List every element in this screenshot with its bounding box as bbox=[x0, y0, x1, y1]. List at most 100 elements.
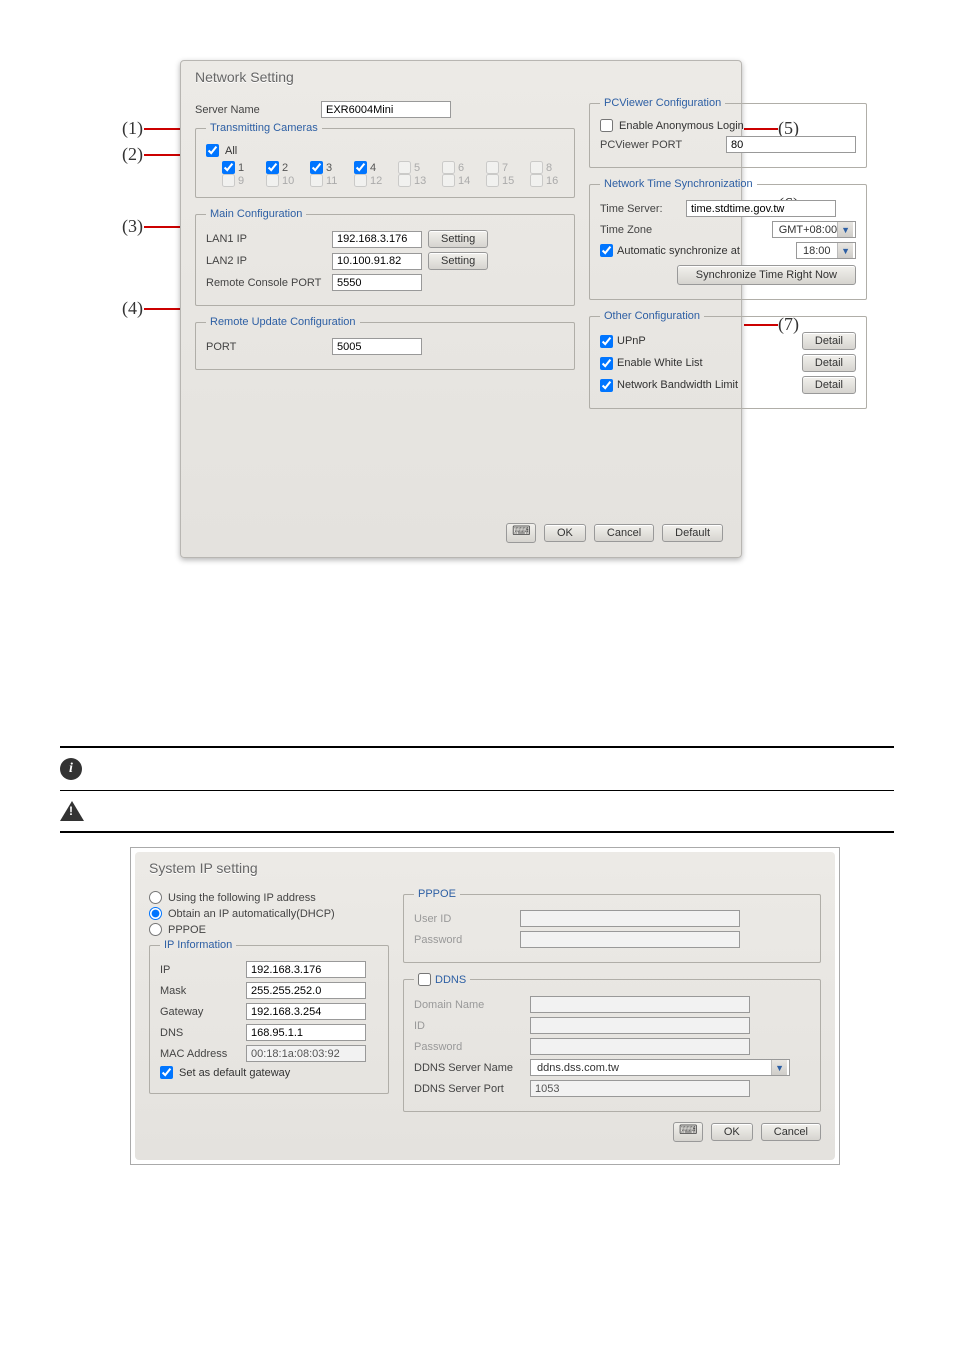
remote-console-port-label: Remote Console PORT bbox=[206, 277, 326, 289]
cam-3[interactable]: 3 bbox=[310, 161, 344, 174]
cam-all-label: All bbox=[225, 145, 237, 157]
bandwidth-checkbox[interactable]: Network Bandwidth Limit bbox=[600, 379, 796, 392]
fieldset-legend: Main Configuration bbox=[206, 208, 306, 220]
radio-pppoe[interactable]: PPPOE bbox=[149, 923, 389, 936]
ok-button[interactable]: OK bbox=[711, 1123, 753, 1141]
fieldset-legend: Other Configuration bbox=[600, 310, 704, 322]
cancel-button[interactable]: Cancel bbox=[761, 1123, 821, 1141]
main-config-fieldset: Main Configuration LAN1 IP Setting LAN2 … bbox=[195, 208, 575, 306]
ddns-port-input bbox=[530, 1080, 750, 1097]
cam-10: 10 bbox=[266, 174, 300, 187]
mask-input[interactable] bbox=[246, 982, 366, 999]
lan2-ip-label: LAN2 IP bbox=[206, 255, 326, 267]
ddns-domain-label: Domain Name bbox=[414, 999, 524, 1011]
lan1-ip-input[interactable] bbox=[332, 231, 422, 248]
network-setting-dialog: Network Setting Server Name Transmitting… bbox=[180, 60, 742, 558]
default-gateway-checkbox[interactable]: Set as default gateway bbox=[160, 1066, 378, 1079]
whitelist-detail-button[interactable]: Detail bbox=[802, 354, 856, 372]
pppoe-fieldset: PPPOE User ID Password bbox=[403, 888, 821, 963]
chevron-down-icon: ▼ bbox=[837, 222, 853, 237]
lan2-ip-input[interactable] bbox=[332, 253, 422, 270]
upnp-label: UPnP bbox=[617, 335, 646, 347]
remote-update-port-input[interactable] bbox=[332, 338, 422, 355]
fieldset-legend: IP Information bbox=[160, 939, 236, 951]
gateway-input[interactable] bbox=[246, 1003, 366, 1020]
system-ip-dialog: System IP setting Using the following IP… bbox=[135, 852, 835, 1160]
cam-5: 5 bbox=[398, 161, 432, 174]
upnp-checkbox[interactable]: UPnP bbox=[600, 335, 796, 348]
sync-now-button[interactable]: Synchronize Time Right Now bbox=[677, 265, 856, 285]
ddns-server-select[interactable]: ddns.dss.com.tw▼ bbox=[530, 1059, 790, 1076]
ddns-port-label: DDNS Server Port bbox=[414, 1083, 524, 1095]
upnp-detail-button[interactable]: Detail bbox=[802, 332, 856, 350]
ip-label: IP bbox=[160, 964, 240, 976]
radio-label: Using the following IP address bbox=[168, 892, 316, 904]
ddns-server-label: DDNS Server Name bbox=[414, 1062, 524, 1074]
lan1-setting-button[interactable]: Setting bbox=[428, 230, 488, 248]
cam-8: 8 bbox=[530, 161, 564, 174]
ok-button[interactable]: OK bbox=[544, 524, 586, 542]
dns-label: DNS bbox=[160, 1027, 240, 1039]
pppoe-pass-input bbox=[520, 931, 740, 948]
callout-2: (2) bbox=[122, 144, 143, 165]
default-button[interactable]: Default bbox=[662, 524, 723, 542]
cam-7: 7 bbox=[486, 161, 520, 174]
keyboard-icon[interactable] bbox=[673, 1122, 703, 1142]
cam-14: 14 bbox=[442, 174, 476, 187]
whitelist-checkbox[interactable]: Enable White List bbox=[600, 357, 796, 370]
cam-label: 3 bbox=[326, 162, 332, 174]
pppoe-user-label: User ID bbox=[414, 913, 514, 925]
radio-label: Obtain an IP automatically(DHCP) bbox=[168, 908, 335, 920]
gateway-label: Gateway bbox=[160, 1006, 240, 1018]
cam-2[interactable]: 2 bbox=[266, 161, 300, 174]
cam-15: 15 bbox=[486, 174, 520, 187]
whitelist-label: Enable White List bbox=[617, 357, 703, 369]
cam-label: 10 bbox=[282, 175, 294, 187]
time-zone-select[interactable]: GMT+08:00▼ bbox=[772, 221, 856, 238]
enable-anon-login[interactable]: Enable Anonymous Login bbox=[600, 119, 856, 132]
time-server-input[interactable] bbox=[686, 200, 836, 217]
callout-line bbox=[144, 308, 182, 310]
auto-sync-time-select[interactable]: 18:00▼ bbox=[796, 242, 856, 259]
dialog-title: System IP setting bbox=[135, 852, 835, 888]
cam-16: 16 bbox=[530, 174, 564, 187]
dns-input[interactable] bbox=[246, 1024, 366, 1041]
callout-line bbox=[144, 154, 182, 156]
ddns-fieldset: DDNS Domain Name ID Password DDNS Server… bbox=[403, 973, 821, 1112]
cam-label: 15 bbox=[502, 175, 514, 187]
cam-all[interactable]: All bbox=[206, 144, 564, 157]
cam-label: 2 bbox=[282, 162, 288, 174]
cam-label: 12 bbox=[370, 175, 382, 187]
info-icon: i bbox=[60, 758, 82, 780]
cam-label: 8 bbox=[546, 162, 552, 174]
radio-static-ip[interactable]: Using the following IP address bbox=[149, 891, 389, 904]
radio-dhcp[interactable]: Obtain an IP automatically(DHCP) bbox=[149, 907, 389, 920]
mac-input bbox=[246, 1045, 366, 1062]
pcviewer-port-input[interactable] bbox=[726, 136, 856, 153]
remote-update-port-label: PORT bbox=[206, 341, 326, 353]
mask-label: Mask bbox=[160, 985, 240, 997]
cam-label: 5 bbox=[414, 162, 420, 174]
other-config-fieldset: Other Configuration UPnP Detail Enable W… bbox=[589, 310, 867, 409]
ip-input[interactable] bbox=[246, 961, 366, 978]
cam-4[interactable]: 4 bbox=[354, 161, 388, 174]
warning-icon bbox=[60, 801, 84, 821]
cam-label: 6 bbox=[458, 162, 464, 174]
callout-1: (1) bbox=[122, 118, 143, 139]
fieldset-legend: PCViewer Configuration bbox=[600, 97, 725, 109]
transmitting-cameras-fieldset: Transmitting Cameras All 1 2 3 4 5 6 7 8 bbox=[195, 122, 575, 198]
cam-label: 9 bbox=[238, 175, 244, 187]
pcviewer-config-fieldset: PCViewer Configuration Enable Anonymous … bbox=[589, 97, 867, 168]
ddns-enable-checkbox[interactable] bbox=[418, 973, 431, 986]
ip-info-fieldset: IP Information IP Mask Gateway DNS MAC A… bbox=[149, 939, 389, 1094]
keyboard-icon[interactable] bbox=[506, 523, 536, 543]
cancel-button[interactable]: Cancel bbox=[594, 524, 654, 542]
remote-console-port-input[interactable] bbox=[332, 274, 422, 291]
server-name-input[interactable] bbox=[321, 101, 451, 118]
lan2-setting-button[interactable]: Setting bbox=[428, 252, 488, 270]
cam-label: 1 bbox=[238, 162, 244, 174]
default-gw-label: Set as default gateway bbox=[179, 1067, 290, 1079]
cam-1[interactable]: 1 bbox=[222, 161, 256, 174]
auto-sync[interactable]: Automatic synchronize at bbox=[600, 244, 740, 257]
bandwidth-detail-button[interactable]: Detail bbox=[802, 376, 856, 394]
